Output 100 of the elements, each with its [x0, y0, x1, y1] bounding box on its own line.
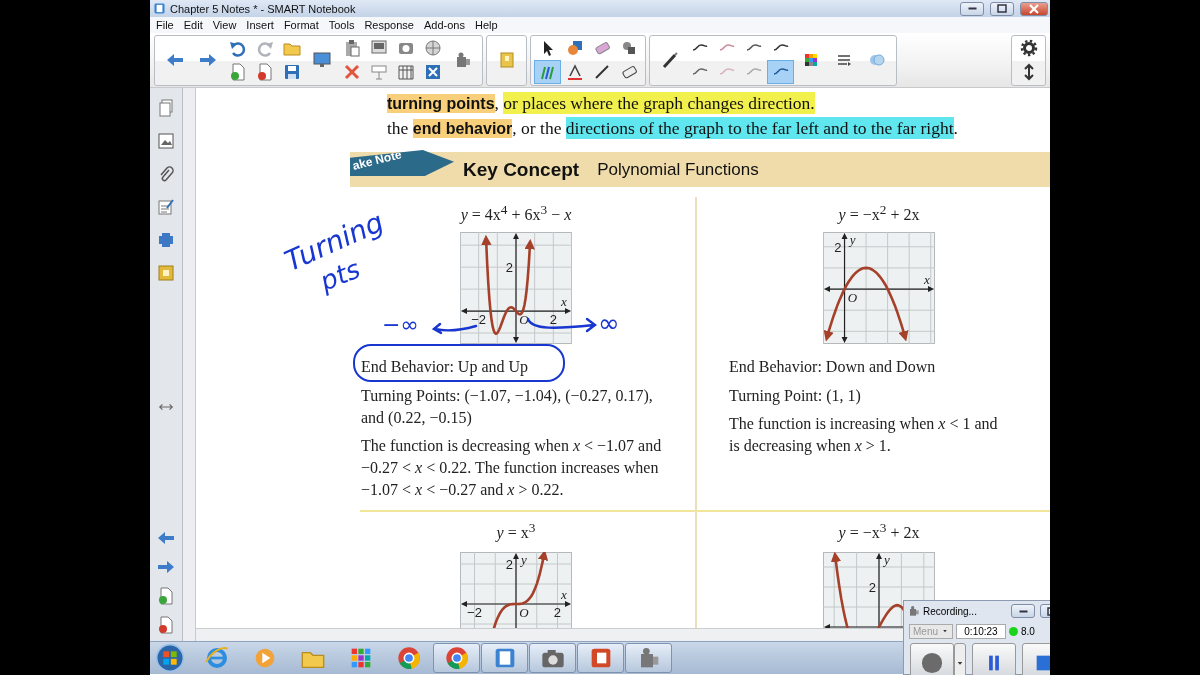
menu-item[interactable]: Tools [323, 19, 360, 31]
status-dot [1009, 626, 1018, 636]
settings-icon [1019, 38, 1038, 57]
taskbar-button[interactable] [577, 643, 624, 673]
file-size: 8.0 [1021, 625, 1035, 637]
record-button[interactable] [910, 643, 954, 675]
tick-label: 2 [505, 260, 513, 276]
line-style-icon [745, 44, 762, 51]
monitor-icon [312, 51, 331, 69]
recorder-title: Recording... [923, 605, 977, 617]
add-page-icon [228, 62, 247, 81]
maximize-button[interactable] [990, 1, 1014, 16]
menu-item[interactable]: Insert [241, 19, 279, 31]
delete-icon [342, 62, 361, 81]
close-button[interactable] [1020, 1, 1048, 16]
delete-page-icon [157, 616, 175, 634]
line-style-icon [691, 68, 708, 75]
axis-label: x [924, 272, 930, 288]
gallery-icon [157, 132, 175, 150]
text-tool-icon [565, 62, 584, 81]
equation: y = 4x$^{4}$ + 6x$^{3}$ − x [460, 201, 572, 226]
pause-button[interactable] [972, 643, 1016, 675]
menu-item[interactable]: View [207, 19, 242, 31]
banner-subtitle: Polynomial Functions [597, 159, 759, 180]
pens-button[interactable] [534, 59, 561, 84]
chrome-icon [396, 646, 421, 670]
taskbar-button[interactable] [433, 643, 480, 673]
attachments-icon [157, 165, 175, 183]
tick-label: −2 [471, 312, 487, 328]
delete-page-icon [255, 62, 274, 81]
menu-item[interactable]: Edit [178, 19, 208, 31]
record-icon [919, 650, 945, 675]
handwritten-note: ∞ [598, 310, 620, 336]
equation: y = −x$^{3}$ + 2x [838, 519, 920, 544]
note-text: Turning Point: (1, 1) [729, 386, 862, 407]
line-style-icon [718, 44, 735, 51]
line-style-button[interactable] [767, 59, 794, 84]
tick-label: 2 [834, 240, 842, 256]
menu-item[interactable]: File [151, 19, 179, 31]
table-icon [396, 62, 415, 81]
axis-label: x [561, 294, 567, 310]
taskbar-button[interactable] [481, 643, 528, 673]
easel-icon [369, 62, 388, 81]
window-title: Chapter 5 Notes * - SMART Notebook [170, 2, 356, 15]
menu-item[interactable]: Help [469, 19, 503, 31]
screen-shade-icon [369, 38, 388, 57]
tick-label: 2 [549, 312, 557, 328]
line-style-icon [772, 68, 789, 75]
text-line: turning points, or places where the graph changes direction. [387, 91, 816, 116]
line-style-icon [772, 44, 789, 51]
note-text: End Behavior: Up and Up [361, 357, 529, 378]
note-text: End Behavior: Down and Down [729, 357, 936, 378]
equation: y = −x$^{2}$ + 2x [838, 201, 920, 226]
minimize-button[interactable] [960, 1, 984, 16]
note-text: Turning Points: (−1.07, −1.04), (−0.27, 0.17), and (0.22, −0.15) [361, 386, 654, 429]
note-text: The function is increasing when x < 1 and is decreasing when x > 1. [729, 414, 999, 457]
tick-label: 2 [868, 580, 876, 596]
next-page-icon [157, 558, 175, 576]
fill-icon [565, 38, 584, 57]
menu-item[interactable]: Add-ons [418, 19, 470, 31]
browser-icon [204, 646, 229, 670]
notebook-icon [497, 51, 516, 69]
page-sorter-icon [157, 99, 175, 117]
ribbon-label: ake Note [351, 150, 403, 173]
menu-item[interactable]: Response [359, 19, 419, 31]
taskbar-button[interactable] [529, 643, 576, 673]
tick-label: 2 [553, 605, 562, 621]
app-icon [153, 2, 166, 15]
taskbar-button[interactable] [625, 643, 672, 673]
back-icon [165, 51, 184, 69]
banner-title: Key Concept [463, 158, 580, 181]
line-style-icon [718, 68, 735, 75]
tick-label: −2 [467, 605, 482, 621]
vertical-scrollbar[interactable] [183, 88, 196, 641]
equation: y = x$^{3}$ [496, 519, 536, 544]
menu-item[interactable]: Format [278, 19, 324, 31]
add-ons-icon [157, 231, 175, 249]
start-button[interactable] [154, 643, 186, 673]
note-text: The function is decreasing when x < −1.07 and −0.27 < x < 0.22. The function increases when −1.07 < x < −0.27 and x > 0.22. [361, 436, 663, 501]
origin-label: O [847, 290, 858, 306]
tick-label: 2 [505, 557, 513, 573]
elapsed-time: 0:10:23 [956, 623, 1006, 639]
minimize-icon [967, 7, 977, 10]
maximize-icon [997, 4, 1007, 13]
close-icon [1029, 3, 1039, 14]
previous-page-icon [157, 529, 175, 547]
dropdown-button[interactable] [954, 643, 966, 675]
circles-icon [867, 51, 886, 69]
origin-label: O [519, 605, 529, 621]
chrome-icon [444, 646, 469, 670]
add-page-icon [157, 587, 175, 605]
save-icon [282, 62, 301, 81]
minimize-button[interactable] [1011, 604, 1035, 618]
pen-icon [660, 51, 679, 69]
text-line: the end behavior, or the directions of the graph to the far left and to the far right. [387, 116, 959, 141]
axis-label: y [849, 232, 856, 248]
axis-label: x [561, 587, 567, 603]
full-screen-icon [423, 62, 442, 81]
line-style-icon [691, 44, 708, 51]
lesson-icon [157, 264, 175, 282]
